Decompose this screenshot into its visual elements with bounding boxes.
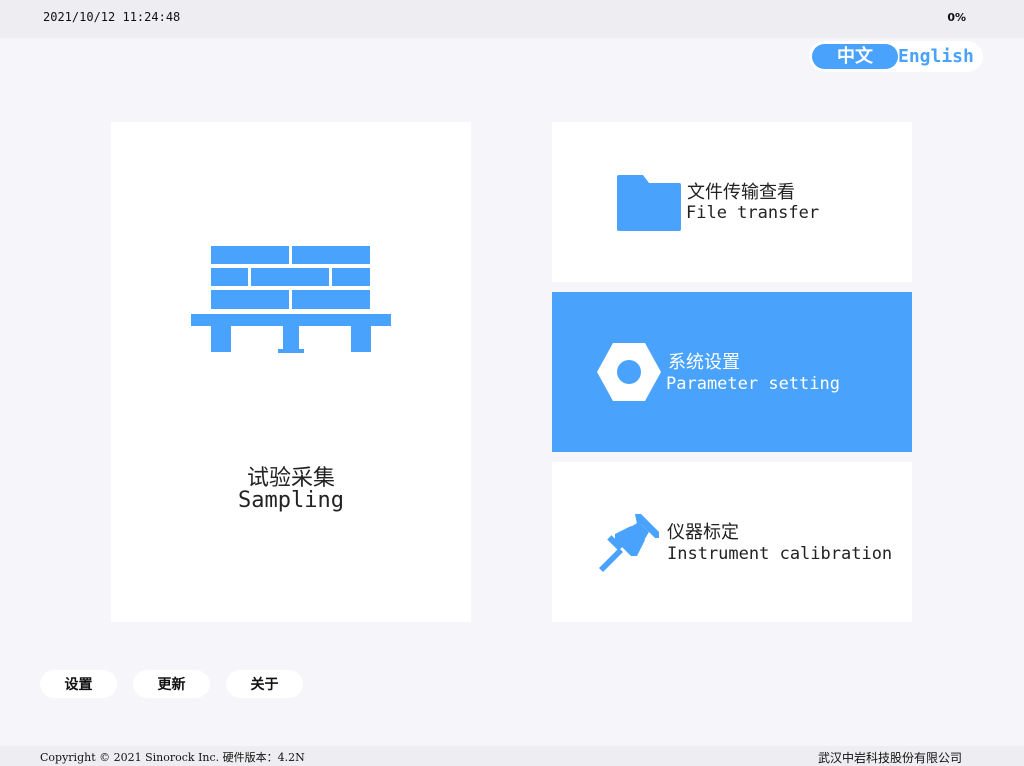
parameter-setting-label-zh: 系统设置 [668,352,740,373]
file-transfer-label-en: File transfer [686,203,820,223]
instrument-calibration-label-en: Instrument calibration [667,544,893,564]
parameter-setting-label-en: Parameter setting [666,374,840,394]
update-button[interactable]: 更新 [133,670,210,698]
folder-icon [617,175,681,231]
battery-level: 0% [947,11,966,24]
instrument-calibration-label-zh: 仪器标定 [667,522,739,543]
hex-nut-icon [597,343,661,401]
file-transfer-tile[interactable]: 文件传输查看 File transfer [552,122,912,282]
status-bar: 2021/10/12 11:24:48 0% [0,0,1024,38]
sampling-label-en: Sampling [238,488,344,513]
pallet-bricks-icon [191,246,391,353]
pushpin-icon [599,514,659,572]
copyright-text: Copyright © 2021 Sinorock Inc. 硬件版本：4.2N [40,751,305,764]
file-transfer-label-zh: 文件传输查看 [687,182,795,203]
sampling-tile[interactable]: 试验采集 Sampling [111,122,471,622]
settings-button[interactable]: 设置 [40,670,117,698]
parameter-setting-tile[interactable]: 系统设置 Parameter setting [552,292,912,452]
language-option-chinese[interactable]: 中文 [812,44,898,69]
datetime-display: 2021/10/12 11:24:48 [43,10,181,24]
instrument-calibration-tile[interactable]: 仪器标定 Instrument calibration [552,462,912,622]
footer-bar: Copyright © 2021 Sinorock Inc. 硬件版本：4.2N… [0,746,1024,766]
company-name: 武汉中岩科技股份有限公司 [817,751,962,765]
about-button[interactable]: 关于 [226,670,303,698]
language-option-english[interactable]: English [898,44,974,69]
language-switch[interactable]: 中文 English [809,41,983,72]
